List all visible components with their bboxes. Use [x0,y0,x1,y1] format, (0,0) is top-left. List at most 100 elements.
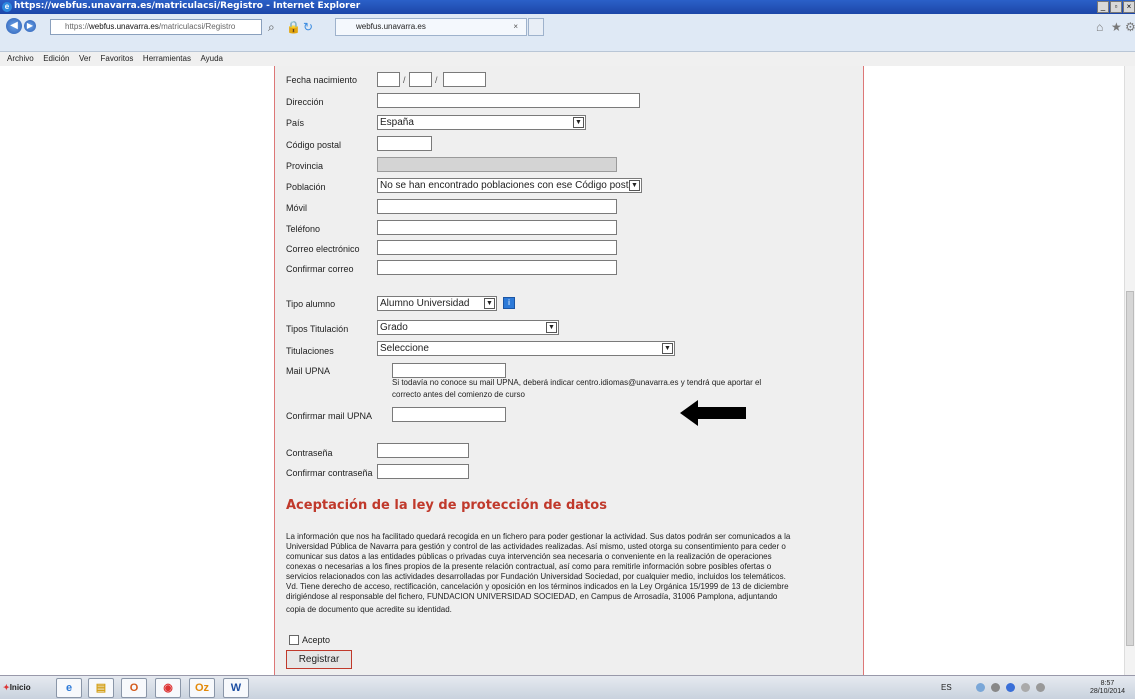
page-viewport: Fecha nacimiento / / Dirección País Espa… [0,66,1135,675]
minimize-button[interactable]: _ [1097,1,1109,13]
telefono-label: Teléfono [286,224,321,234]
taskbar-chrome-icon[interactable]: ◉ [155,678,181,698]
birth-year-input[interactable] [443,72,486,87]
tipos-titulacion-select[interactable]: Grado ▼ [377,320,559,335]
tipo-alumno-select[interactable]: Alumno Universidad ▼ [377,296,497,311]
start-button[interactable]: ✦Inicio [3,680,35,696]
scrollbar-thumb[interactable] [1126,291,1134,646]
window-title: https://webfus.unavarra.es/matriculacsi/… [14,1,361,11]
tab-label: webfus.unavarra.es [356,22,426,31]
window-title-bar: e https://webfus.unavarra.es/matriculacs… [0,0,1135,14]
menu-ayuda[interactable]: Ayuda [200,52,223,66]
close-window-button[interactable]: × [1123,1,1135,13]
contrasena-label: Contraseña [286,448,333,458]
forward-icon[interactable]: ▶ [24,20,36,32]
correo-input[interactable] [377,240,617,255]
legal-line: Vd. Tiene derecho de acceso, rectificaci… [286,582,789,591]
back-icon[interactable]: ◀ [6,18,22,34]
lock-icon[interactable]: 🔒 [286,20,301,34]
clock-time: 8:57 [1100,680,1115,687]
pais-value: España [380,117,414,128]
legal-line: dirigiéndose al responsable del fichero,… [286,592,778,601]
monitor-icon[interactable] [1021,683,1030,692]
birth-month-input[interactable] [409,72,432,87]
mail-note-line: Si todavía no conoce su mail UPNA, deber… [392,378,762,387]
browser-tab[interactable]: webfus.unavarra.es × [335,18,527,36]
search-icon[interactable]: ⌕ [268,20,275,35]
poblacion-value: No se han encontrado poblaciones con ese… [380,180,637,191]
taskbar-outlook-icon[interactable]: Oz [189,678,215,698]
refresh-icon[interactable]: ↻ [303,20,313,34]
page-scrollbar[interactable] [1124,66,1135,675]
contrasena-input[interactable] [377,443,469,458]
info-icon[interactable]: i [503,297,515,309]
menu-ver[interactable]: Ver [79,52,91,66]
clock-date: 28/10/2014 [1089,688,1125,695]
home-icon[interactable]: ⌂ [1096,20,1103,34]
pais-select[interactable]: España ▼ [377,115,586,130]
codigo-postal-input[interactable] [377,136,432,151]
restore-button[interactable]: ▫ [1110,1,1122,13]
tab-close-icon[interactable]: × [513,19,518,35]
chevron-down-icon[interactable]: ▼ [546,322,557,333]
new-tab-button[interactable] [528,18,544,36]
pais-label: País [286,118,305,128]
acepto-label: Acepto [302,635,331,645]
telefono-input[interactable] [377,220,617,235]
system-clock[interactable]: 8:57 28/10/2014 [1090,680,1125,696]
privacy-legal-text: La información que nos ha facilitado que… [286,532,846,615]
acepto-checkbox[interactable] [289,635,299,645]
tipo-alumno-label: Tipo alumno [286,299,336,309]
address-bar[interactable]: https://webfus.unavarra.es/matriculacsi/… [50,19,262,35]
favorites-star-icon[interactable]: ★ [1111,20,1122,34]
navigation-bar: ◀ ▶ https://webfus.unavarra.es/matricula… [0,14,1135,52]
confirmar-contrasena-input[interactable] [377,464,469,479]
confirmar-correo-label: Confirmar correo [286,264,354,274]
network-icon[interactable] [976,683,985,692]
flag-icon[interactable] [991,683,1000,692]
confirmar-mail-input[interactable] [392,407,506,422]
menu-favoritos[interactable]: Favoritos [101,52,134,66]
mail-note-line: correcto antes del comienzo de curso [392,390,525,399]
fecha-nacimiento-label: Fecha nacimiento [286,75,358,85]
taskbar-office-icon[interactable]: O [121,678,147,698]
mail-upna-label: Mail UPNA [286,366,331,376]
titulaciones-select[interactable]: Seleccione ▼ [377,341,675,356]
settings-gear-icon[interactable]: ⚙ [1125,20,1135,34]
chevron-down-icon[interactable]: ▼ [662,343,673,354]
privacy-section-title: Aceptación de la ley de protección de da… [286,498,607,513]
chevron-down-icon[interactable]: ▼ [573,117,584,128]
antivirus-icon[interactable] [1006,683,1015,692]
movil-input[interactable] [377,199,617,214]
chevron-down-icon[interactable]: ▼ [629,180,640,191]
taskbar-ie-icon[interactable]: e [56,678,82,698]
legal-line: servicios relacionados con las actividad… [286,572,786,581]
volume-icon[interactable] [1036,683,1045,692]
direccion-label: Dirección [286,97,324,107]
registration-form: Fecha nacimiento / / Dirección País Espa… [274,66,864,675]
taskbar-word-icon[interactable]: W [223,678,249,698]
menu-archivo[interactable]: Archivo [7,52,34,66]
taskbar-folder-icon[interactable]: ▤ [88,678,114,698]
mail-upna-input[interactable] [392,363,506,378]
legal-line: Universidad Pública de Navarra para gest… [286,542,786,551]
legal-line: comunicar sus datos a las entidades públ… [286,552,772,561]
menu-edicion[interactable]: Edición [43,52,69,66]
start-label: Inicio [9,683,31,692]
tipo-alumno-value: Alumno Universidad [380,298,470,309]
confirmar-correo-input[interactable] [377,260,617,275]
pointer-arrow-icon [680,400,746,426]
menu-herramientas[interactable]: Herramientas [143,52,191,66]
birth-day-input[interactable] [377,72,400,87]
legal-line: La información que nos ha facilitado que… [286,532,791,541]
mail-upna-note: Si todavía no conoce su mail UPNA, deber… [392,377,832,401]
language-indicator[interactable]: ES [941,683,952,692]
system-tray: ES 8:57 28/10/2014 [936,679,1131,697]
movil-label: Móvil [286,203,308,213]
direccion-input[interactable] [377,93,640,108]
address-path: /matriculacsi/Registro [158,22,236,31]
registrar-button[interactable]: Registrar [286,650,352,669]
poblacion-select[interactable]: No se han encontrado poblaciones con ese… [377,178,642,193]
chevron-down-icon[interactable]: ▼ [484,298,495,309]
address-domain: webfus.unavarra.es [89,22,159,31]
